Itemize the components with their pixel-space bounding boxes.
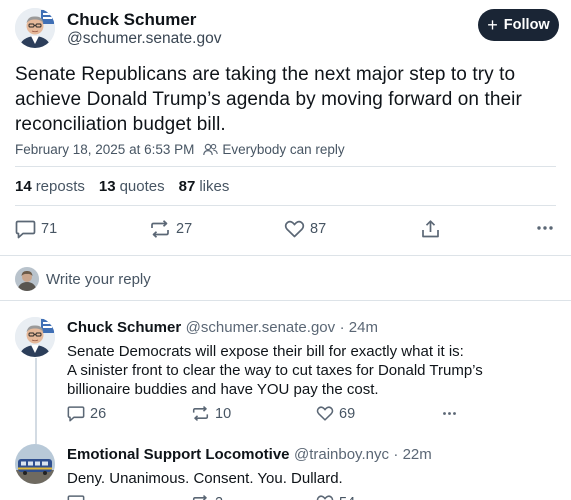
reply-text-line: Deny. Unanimous. Consent. You. Dullard. [67,470,343,487]
post-timestamp[interactable]: February 18, 2025 at 6:53 PM [15,142,194,157]
reply-header: Emotional Support Locomotive @trainboy.n… [67,446,432,464]
reply-reply-button[interactable] [67,494,85,500]
divider [15,166,556,167]
current-user-avatar [15,267,39,291]
share-upload-icon [421,219,440,239]
reply-like-count: 54 [339,495,355,500]
share-button[interactable] [421,219,440,239]
heart-icon [316,494,334,500]
people-icon [203,143,219,156]
reply-author-name[interactable]: Emotional Support Locomotive [67,446,290,463]
quotes-stat[interactable]: 13 quotes [99,178,165,195]
more-options-button[interactable] [536,225,554,231]
repost-button[interactable]: 27 [149,219,192,239]
speech-bubble-icon [67,405,85,422]
author-handle[interactable]: @schumer.senate.gov [67,30,221,48]
speech-bubble-icon [15,219,36,239]
speech-bubble-icon [67,494,85,500]
heart-icon [316,405,334,422]
follow-button[interactable]: + Follow [478,9,559,41]
repost-arrows-icon [149,219,171,239]
reply-repost-count: 10 [215,405,232,422]
reply-repost-count: 2 [215,495,223,500]
repost-arrows-icon [191,405,210,422]
reply-avatar[interactable] [15,317,55,357]
reply-text-line: billionaire buddies and have YOU pay the… [67,381,379,398]
like-button[interactable]: 87 [284,219,326,239]
reply-like-button[interactable]: 69 [316,405,355,422]
divider [0,300,571,301]
divider [0,255,571,256]
reply-author-name[interactable]: Chuck Schumer [67,319,181,336]
follow-label: Follow [503,17,550,33]
plus-icon: + [487,15,498,35]
reply-time: · 22m [393,446,432,463]
reply-avatar[interactable] [15,444,55,484]
divider [15,205,556,206]
reply-time: · 24m [339,319,378,336]
reply-text: Deny. Unanimous. Consent. You. Dullard. [67,469,547,488]
reply-reply-count: 26 [90,405,107,422]
author-name[interactable]: Chuck Schumer [67,10,196,30]
reply-repost-button[interactable]: 2 [191,494,223,500]
like-count: 87 [310,221,327,237]
reply-button[interactable]: 71 [15,219,57,239]
reply-text-line: A sinister front to clear the way to cut… [67,362,483,379]
repost-arrows-icon [191,494,210,500]
reply-like-button[interactable]: 54 [316,494,355,500]
more-dots-icon [441,411,458,416]
reply-text-line: Senate Democrats will expose their bill … [67,343,464,360]
engagement-stats: 14 reposts 13 quotes 87 likes [15,178,229,195]
heart-icon [284,219,305,239]
reply-author-handle[interactable]: @trainboy.nyc [294,446,389,463]
more-dots-icon [536,225,554,231]
post-meta: February 18, 2025 at 6:53 PM Everybody c… [15,142,345,157]
likes-stat[interactable]: 87 likes [179,178,230,195]
reply-more-button[interactable] [441,411,458,416]
reply-header: Chuck Schumer @schumer.senate.gov · 24m [67,319,378,337]
post-text: Senate Republicans are taking the next m… [15,64,522,135]
reply-text: Senate Democrats will expose their bill … [67,342,547,399]
reply-count: 71 [41,221,58,237]
reply-like-count: 69 [339,405,356,422]
reposts-stat[interactable]: 14 reposts [15,178,85,195]
author-avatar[interactable] [15,8,55,48]
reply-reply-button[interactable]: 26 [67,405,106,422]
reply-input[interactable]: Write your reply [46,271,526,288]
reply-repost-button[interactable]: 10 [191,405,231,422]
reply-setting: Everybody can reply [222,142,345,157]
thread-line [35,358,37,450]
repost-count: 27 [176,221,193,237]
reply-author-handle[interactable]: @schumer.senate.gov [186,319,335,336]
